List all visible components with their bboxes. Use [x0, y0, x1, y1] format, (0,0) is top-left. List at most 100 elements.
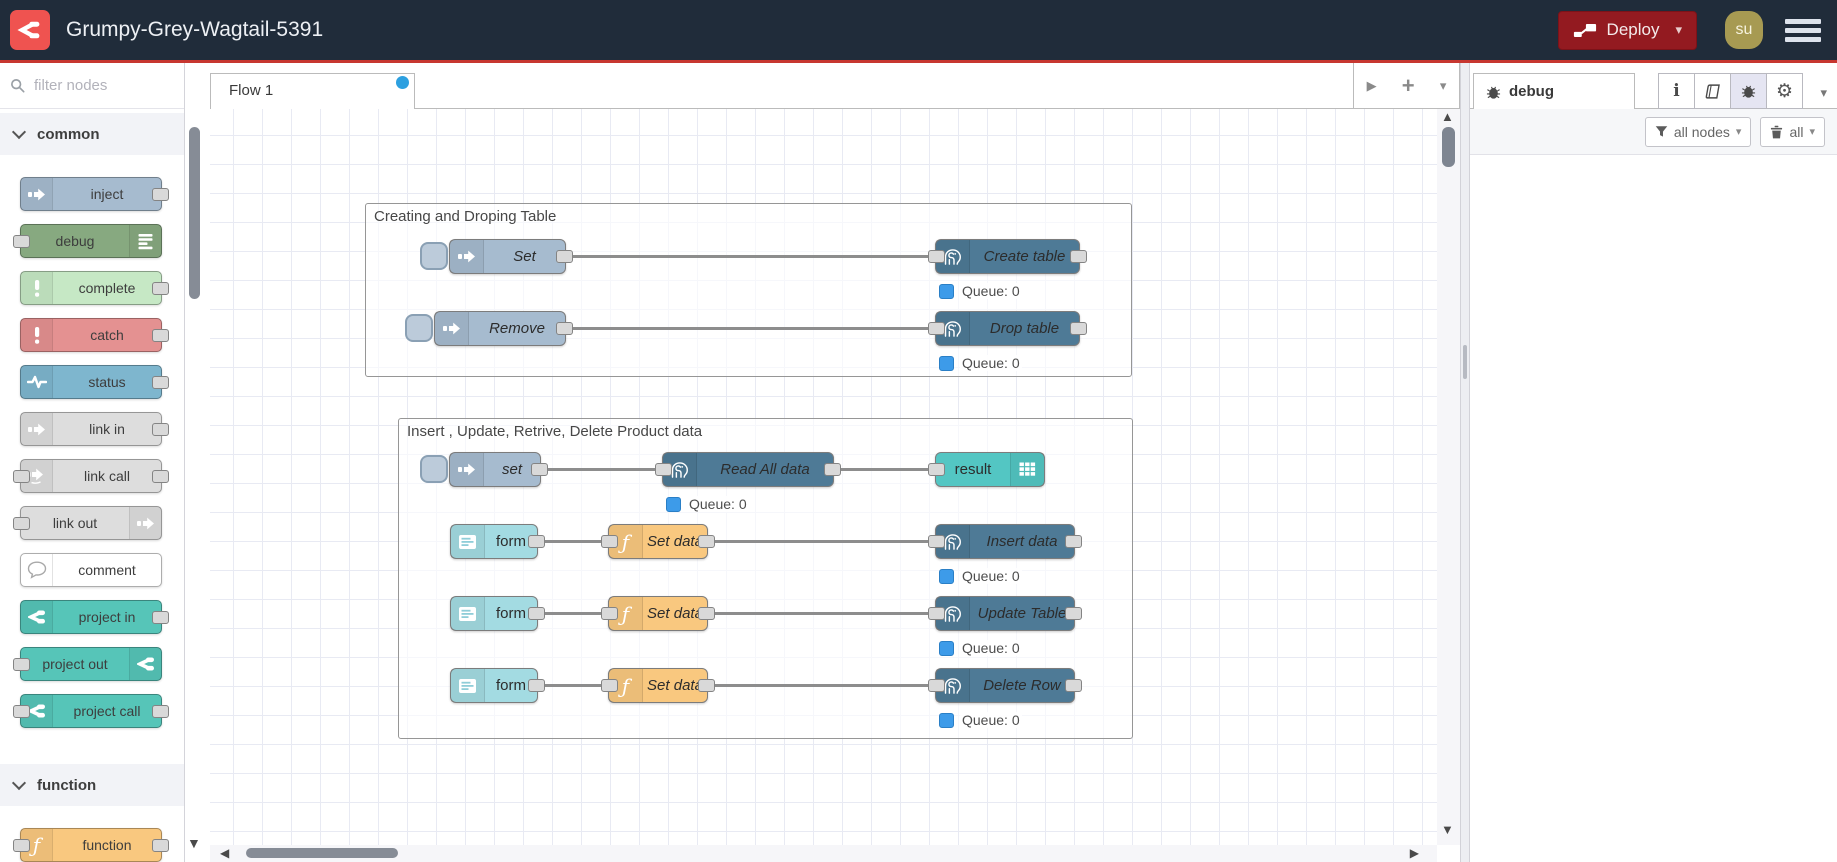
wire[interactable] [538, 612, 608, 615]
output-port[interactable] [1065, 607, 1082, 620]
sidebar-menu-caret-icon[interactable]: ▾ [1820, 85, 1827, 101]
tab-debug[interactable]: debug [1473, 73, 1635, 109]
wire[interactable] [834, 468, 935, 471]
output-port[interactable] [531, 463, 548, 476]
input-port[interactable] [655, 463, 672, 476]
input-port[interactable] [928, 250, 945, 263]
scroll-right-icon[interactable]: ▶ [1410, 846, 1419, 860]
input-port[interactable] [13, 658, 30, 671]
palette-node-project-out[interactable]: project out [13, 647, 162, 681]
input-port[interactable] [601, 607, 618, 620]
output-port[interactable] [698, 679, 715, 692]
input-port[interactable] [601, 535, 618, 548]
output-port[interactable] [698, 607, 715, 620]
flow-node-postgres-update-table[interactable]: Update Table [928, 596, 1082, 631]
output-port[interactable] [528, 535, 545, 548]
wire[interactable] [541, 468, 662, 471]
flow-node-function-set-data[interactable]: ƒ Set data [601, 596, 715, 631]
flow-node-inject-set[interactable]: Set [420, 239, 573, 274]
output-port[interactable] [528, 607, 545, 620]
palette-node-link-in[interactable]: link in [20, 412, 169, 446]
flow-node-postgres-create-table[interactable]: Create table [928, 239, 1087, 274]
output-port[interactable] [152, 376, 169, 389]
input-port[interactable] [928, 463, 945, 476]
output-port[interactable] [528, 679, 545, 692]
palette-node-catch[interactable]: catch [20, 318, 169, 352]
flow-canvas[interactable]: Creating and Droping Table Insert , Updat… [210, 109, 1437, 845]
output-port[interactable] [556, 250, 573, 263]
input-port[interactable] [928, 679, 945, 692]
output-port[interactable] [152, 611, 169, 624]
inject-button[interactable] [420, 455, 448, 483]
palette-node-complete[interactable]: complete [20, 271, 169, 305]
palette-node-project-call[interactable]: project call [13, 694, 169, 728]
output-port[interactable] [152, 705, 169, 718]
flow-node-inject-set[interactable]: set [420, 452, 548, 487]
scroll-down-icon[interactable]: ▼ [1441, 822, 1454, 837]
output-port[interactable] [1065, 535, 1082, 548]
output-port[interactable] [1070, 250, 1087, 263]
flow-node-postgres-drop-table[interactable]: Drop table [928, 311, 1087, 346]
input-port[interactable] [601, 679, 618, 692]
output-port[interactable] [1065, 679, 1082, 692]
info-tab-button[interactable]: i [1658, 73, 1695, 109]
input-port[interactable] [928, 535, 945, 548]
palette-node-debug[interactable]: debug [13, 224, 162, 258]
add-flow-button[interactable]: + [1402, 74, 1415, 97]
flow-node-form-form[interactable]: form [450, 524, 545, 559]
output-port[interactable] [152, 282, 169, 295]
next-tab-button[interactable]: ▶ [1367, 79, 1377, 92]
main-menu-button[interactable] [1785, 15, 1821, 46]
canvas-vertical-scrollbar[interactable]: ▲ ▼ [1437, 109, 1460, 845]
wire[interactable] [708, 684, 935, 687]
output-port[interactable] [152, 839, 169, 852]
output-port[interactable] [698, 535, 715, 548]
sidebar-separator[interactable] [1460, 63, 1470, 862]
debug-tab-button[interactable] [1730, 73, 1767, 109]
output-port[interactable] [152, 188, 169, 201]
flow-node-form-form[interactable]: form [450, 668, 545, 703]
scroll-up-icon[interactable]: ▲ [1441, 109, 1454, 124]
tab-flow-1[interactable]: Flow 1 [210, 73, 415, 109]
wire[interactable] [708, 612, 935, 615]
flow-node-form-form[interactable]: form [450, 596, 545, 631]
flow-node-inject-remove[interactable]: Remove [405, 311, 573, 346]
wire[interactable] [538, 684, 608, 687]
input-port[interactable] [13, 839, 30, 852]
input-port[interactable] [13, 470, 30, 483]
canvas-horizontal-scrollbar[interactable]: ◀ ▶ [210, 845, 1437, 862]
deploy-button[interactable]: Deploy ▾ [1557, 10, 1697, 50]
palette-node-function[interactable]: ƒ function [13, 828, 169, 862]
wire[interactable] [708, 540, 935, 543]
palette-node-status[interactable]: status [20, 365, 169, 399]
user-avatar[interactable]: su [1725, 11, 1763, 49]
input-port[interactable] [13, 517, 30, 530]
input-port[interactable] [13, 705, 30, 718]
output-port[interactable] [824, 463, 841, 476]
flow-node-function-set-data[interactable]: ƒ Set data [601, 668, 715, 703]
config-tab-button[interactable]: ⚙ [1766, 73, 1803, 109]
palette-node-link-out[interactable]: link out [13, 506, 162, 540]
debug-message-list[interactable] [1470, 155, 1837, 862]
vertical-scrollbar-thumb[interactable] [1442, 127, 1455, 167]
input-port[interactable] [928, 607, 945, 620]
inject-button[interactable] [420, 242, 448, 270]
palette-scroll-down-icon[interactable]: ▼ [187, 835, 201, 851]
deploy-caret-icon[interactable]: ▾ [1675, 22, 1682, 38]
input-port[interactable] [928, 322, 945, 335]
output-port[interactable] [152, 329, 169, 342]
palette-node-inject[interactable]: inject [20, 177, 169, 211]
palette-node-comment[interactable]: comment [20, 553, 162, 587]
palette-node-project-in[interactable]: project in [20, 600, 169, 634]
palette-category-common[interactable]: common [0, 113, 184, 155]
debug-clear-button[interactable]: all ▾ [1760, 116, 1825, 147]
scroll-left-icon[interactable]: ◀ [220, 846, 229, 860]
palette-scrollbar-thumb[interactable] [189, 127, 200, 299]
output-port[interactable] [152, 470, 169, 483]
wire[interactable] [566, 255, 930, 258]
flow-node-postgres-insert-data[interactable]: Insert data [928, 524, 1082, 559]
wire[interactable] [566, 327, 930, 330]
input-port[interactable] [13, 235, 30, 248]
palette-filter-input[interactable] [32, 76, 176, 95]
horizontal-scrollbar-thumb[interactable] [246, 848, 398, 858]
